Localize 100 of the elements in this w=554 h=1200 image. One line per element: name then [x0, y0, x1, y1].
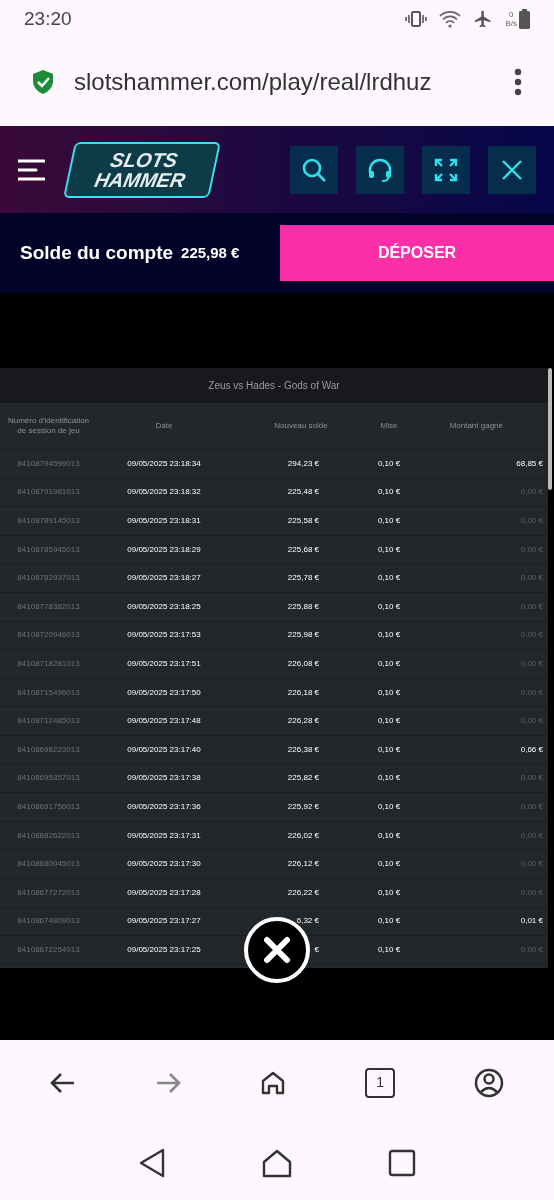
date-cell-text: 09/05/2025 23:17:53	[126, 629, 202, 642]
status-time: 23:20	[24, 6, 72, 31]
won-amount-cell-text: 0,66 €	[519, 743, 543, 756]
balance-cell-text: 226,28 €	[286, 715, 320, 728]
bet-cell-text: 0,10 €	[376, 943, 402, 956]
menu-icon[interactable]	[18, 158, 45, 181]
headset-icon	[367, 156, 393, 183]
bet-cell-text: 0,10 €	[376, 486, 402, 499]
close-icon	[501, 158, 523, 181]
session-id-cell-text: 84108794599013	[16, 457, 81, 470]
balance-cell-text: 226,12 €	[286, 858, 320, 871]
wifi-icon	[439, 10, 462, 28]
won-amount-cell-text: 0,01 €	[519, 915, 543, 928]
balance-amount: 225,98 €	[181, 242, 240, 263]
bet-cell-text: 0,10 €	[376, 572, 402, 585]
bet-cell-text: 0,10 €	[376, 686, 402, 699]
bet-cell-text: 0,10 €	[376, 915, 402, 928]
logo-text: HAMMER	[92, 169, 187, 190]
nav-home-icon[interactable]	[262, 1147, 292, 1178]
balance-cell-text: 226,38 €	[286, 743, 320, 756]
balance-cell-text: 226,18 €	[286, 686, 320, 699]
balance-cell-text: 226,08 €	[286, 657, 320, 670]
back-icon[interactable]	[49, 1071, 76, 1094]
session-id-cell-text: 84108680045013	[16, 858, 81, 871]
logo[interactable]: SLOTS HAMMER	[63, 141, 221, 198]
date-cell-text: 09/05/2025 23:18:31	[126, 515, 202, 527]
session-id-cell-text: 84108712485013	[16, 715, 81, 728]
session-id-cell-text: 84108782937013	[16, 572, 81, 585]
session-id-cell-text: 84108682622013	[16, 829, 81, 842]
session-id-cell-text: 84108785945013	[16, 543, 81, 556]
date-cell-text: 09/05/2025 23:18:27	[126, 572, 202, 585]
session-id-cell-text: 84108778382013	[16, 600, 81, 613]
session-id-cell-text: 84108695357013	[16, 772, 81, 785]
close-icon	[263, 936, 291, 964]
nav-recents-icon[interactable]	[388, 1148, 416, 1177]
session-id-cell-text: 84108674809013	[16, 915, 81, 928]
session-id-cell-text: 84108691756013	[16, 800, 81, 813]
bet-cell-text: 0,10 €	[376, 743, 402, 756]
date-cell-text: 09/05/2025 23:17:51	[126, 657, 202, 670]
account-icon[interactable]	[474, 1067, 505, 1098]
session-id-cell-text: 84108718281013	[16, 657, 81, 670]
balance-cell-text: 6,32 €	[295, 915, 320, 928]
date-cell-text: 09/05/2025 23:17:28	[126, 886, 202, 899]
bet-cell-text: 0,10 €	[376, 772, 402, 785]
column-header: Nouveau solde	[273, 421, 329, 431]
date-cell-text: 09/05/2025 23:18:29	[126, 543, 202, 556]
date-cell-text: 09/05/2025 23:17:36	[126, 800, 202, 813]
bet-cell-text: 0,10 €	[376, 657, 402, 670]
balance-label: Solde du compte	[20, 240, 174, 265]
date-cell-text: 09/05/2025 23:18:32	[126, 486, 202, 499]
won-amount-cell-text: 68,85 €	[515, 457, 543, 470]
date-cell-text: 09/05/2025 23:17:38	[126, 772, 202, 785]
session-id-cell-text: 84108789145013	[16, 515, 81, 527]
date-cell-text: 09/05/2025 23:18:25	[126, 600, 202, 613]
bet-cell-text: 0,10 €	[376, 858, 402, 871]
balance-cell-text: 225,48 €	[286, 486, 320, 499]
shield-check-icon	[32, 69, 54, 95]
date-cell-text: 09/05/2025 23:17:50	[126, 686, 202, 699]
session-id-cell-text: 84108715496013	[16, 686, 81, 699]
more-options-icon[interactable]	[514, 68, 522, 96]
bet-cell-text: 0,10 €	[376, 543, 402, 556]
net-speed-value: 0	[509, 10, 514, 19]
session-id-cell-text: 84108720946013	[16, 629, 81, 642]
balance-cell-text: 225,92 €	[286, 800, 320, 813]
balance-cell-text: 225,78 €	[286, 572, 320, 585]
vibrate-icon	[405, 11, 428, 27]
bet-cell-text: 0,10 €	[376, 829, 402, 842]
session-id-cell-text: 84108791981013	[16, 486, 81, 499]
airplane-icon	[473, 9, 494, 29]
nav-back-icon[interactable]	[138, 1147, 166, 1178]
bet-cell-text: 0,10 €	[376, 629, 402, 642]
balance-cell-text: 225,58 €	[286, 515, 320, 527]
date-cell-text: 09/05/2025 23:17:31	[126, 829, 202, 842]
date-cell-text: 09/05/2025 23:17:30	[126, 858, 202, 871]
bet-cell-text: 0,10 €	[376, 457, 402, 470]
column-header: Numéro d'identification de session de jeu	[6, 416, 91, 436]
balance-cell-text: 225,88 €	[286, 600, 320, 613]
search-icon	[301, 156, 327, 183]
bet-cell-text: 0,10 €	[376, 886, 402, 899]
close-button[interactable]	[488, 145, 536, 194]
session-id-cell-text: 84108672254013	[16, 943, 81, 956]
balance-cell-text: 225,82 €	[286, 772, 320, 785]
date-cell-text: 09/05/2025 23:17:48	[126, 715, 202, 728]
search-button[interactable]	[290, 145, 338, 194]
balance-cell-text: 294,23 €	[286, 457, 320, 470]
date-cell-text: 09/05/2025 23:17:25	[126, 943, 202, 956]
session-id-cell-text: 84108698223013	[16, 743, 81, 756]
balance-cell-text: 226,22 €	[286, 886, 320, 899]
home-icon[interactable]	[259, 1069, 286, 1096]
column-header: Montant gagné	[448, 421, 504, 431]
battery-icon	[519, 9, 530, 29]
column-header: Mise	[379, 421, 399, 431]
fullscreen-button[interactable]	[422, 145, 470, 194]
tabs-button[interactable]: 1	[365, 1067, 396, 1098]
support-button[interactable]	[356, 145, 404, 194]
date-cell-text: 09/05/2025 23:17:40	[126, 743, 202, 756]
balance-cell-text: 226,02 €	[286, 829, 320, 842]
bet-cell-text: 0,10 €	[376, 715, 402, 728]
expand-icon	[434, 157, 458, 182]
balance-cell-text: 225,68 €	[286, 543, 320, 556]
